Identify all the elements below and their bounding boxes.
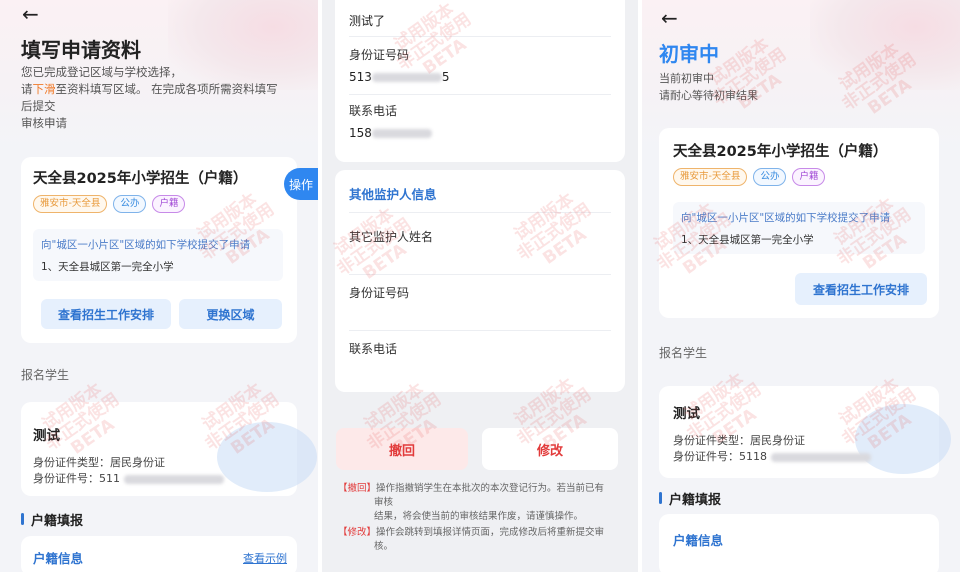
divider xyxy=(349,274,611,275)
masked-value xyxy=(123,474,224,484)
application-detail-screen: 测试了 身份证号码 513 5 联系电话 158 其他监护人信息 其它监护人姓名 … xyxy=(322,0,638,572)
other-guardian-title: 其他监护人信息 xyxy=(349,187,437,202)
application-notice: 向"城区一小片区"区域的如下学校提交了申请 1、天全县城区第一完全小学 xyxy=(33,229,283,281)
id-number-line: 身份证件号：5118 xyxy=(673,448,871,464)
change-region-button[interactable]: 更换区域 xyxy=(179,299,282,329)
masked-value xyxy=(770,452,871,462)
modify-button[interactable]: 修改 xyxy=(482,428,618,470)
id-type-line: 身份证件类型：居民身份证 xyxy=(673,434,805,447)
desc-line: 后提交 xyxy=(21,99,56,113)
household-section-title: 户籍填报 xyxy=(20,510,83,529)
tag-list: 雅安市-天全县 公办 户籍 xyxy=(33,195,186,213)
school-item: 1、天全县城区第一完全小学 xyxy=(41,261,174,273)
household-info-title: 户籍信息 xyxy=(33,551,84,566)
student-section-label: 报名学生 xyxy=(21,368,70,382)
household-tag: 户籍 xyxy=(152,195,186,213)
operation-button[interactable]: 操作 xyxy=(284,168,318,200)
student-card[interactable]: 测试 身份证件类型：居民身份证 身份证件号：5118 xyxy=(659,386,951,478)
view-example-link[interactable]: 查看示例 xyxy=(243,550,287,566)
household-card: 户籍信息 查看示例 xyxy=(21,536,297,572)
other-guardian-name-label[interactable]: 其它监护人姓名 xyxy=(349,228,433,245)
masked-value xyxy=(371,73,442,82)
school-item: 1、天全县城区第一完全小学 xyxy=(681,234,814,246)
student-name: 测试 xyxy=(33,428,60,444)
household-info-title: 户籍信息 xyxy=(673,533,724,548)
masked-value xyxy=(371,129,432,138)
status-line: 当前初审中 xyxy=(659,72,714,85)
phone-label: 联系电话 xyxy=(349,104,398,118)
region-tag: 雅安市-天全县 xyxy=(33,195,108,213)
modify-note: 【修改】操作会跳转到填报详情页面，完成修改后将重新提交审 核。 xyxy=(338,527,605,552)
phone-value: 158 xyxy=(349,126,432,140)
id-number-label: 身份证号码 xyxy=(349,48,410,62)
id-type-line: 身份证件类型：居民身份证 xyxy=(33,456,165,469)
review-status-screen: ← 初审中 当前初审中 请耐心等待初审结果 天全县2025年小学招生（户籍） 雅… xyxy=(642,0,960,572)
household-card: 户籍信息 xyxy=(659,514,939,572)
decorative-blob xyxy=(217,422,317,492)
withdraw-button[interactable]: 撤回 xyxy=(336,428,468,470)
application-notice: 向"城区一小片区"区域的如下学校提交了申请 1、天全县城区第一完全小学 xyxy=(673,202,925,254)
back-arrow-icon[interactable]: ← xyxy=(22,4,39,24)
enrollment-card: 天全县2025年小学招生（户籍） 雅安市-天全县 公办 户籍 向"城区一小片区"… xyxy=(21,157,297,343)
view-schedule-button[interactable]: 查看招生工作安排 xyxy=(795,273,927,305)
region-tag: 雅安市-天全县 xyxy=(673,168,748,186)
id-number-value: 513 5 xyxy=(349,70,450,84)
page-description: 您已完成登记区域与学校选择， 请下滑至资料填写区域。 在完成各项所需资料填写 后… xyxy=(21,64,278,132)
desc-line: 请下滑至资料填写区域。 在完成各项所需资料填写 xyxy=(21,82,278,96)
other-id-label[interactable]: 身份证号码 xyxy=(349,284,409,301)
desc-highlight: 下滑 xyxy=(32,82,56,96)
enrollment-title: 天全县2025年小学招生（户籍） xyxy=(33,171,248,187)
back-arrow-icon[interactable]: ← xyxy=(661,8,678,28)
student-card[interactable]: 测试 身份证件类型：居民身份证 身份证件号：511 xyxy=(21,402,317,496)
guardian-card: 测试了 身份证号码 513 5 联系电话 158 xyxy=(335,0,625,162)
id-number-line: 身份证件号：511 xyxy=(33,470,224,486)
divider xyxy=(349,330,611,331)
page-title: 填写申请资料 xyxy=(21,38,141,62)
view-schedule-button[interactable]: 查看招生工作安排 xyxy=(41,299,171,329)
public-tag: 公办 xyxy=(753,168,787,186)
guardian-name-value: 测试了 xyxy=(349,14,386,28)
desc-line: 审核申请 xyxy=(21,116,67,130)
divider xyxy=(349,36,611,37)
apply-form-screen: ← 填写申请资料 您已完成登记区域与学校选择， 请下滑至资料填写区域。 在完成各… xyxy=(0,0,318,572)
withdraw-note: 【撤回】操作指撤销学生在本批次的本次登记行为。若当前已有 审核 结果，将会使当前… xyxy=(338,483,605,522)
desc-line: 您已完成登记区域与学校选择， xyxy=(21,65,182,79)
tag-list: 雅安市-天全县 公办 户籍 xyxy=(673,168,826,186)
status-title: 初审中 xyxy=(659,42,719,66)
household-tag: 户籍 xyxy=(792,168,826,186)
household-section-title: 户籍填报 xyxy=(658,489,721,508)
divider xyxy=(349,94,611,95)
student-name: 测试 xyxy=(673,406,700,422)
other-phone-label[interactable]: 联系电话 xyxy=(349,340,397,357)
status-subtitle: 当前初审中 请耐心等待初审结果 xyxy=(659,70,758,104)
student-section-label: 报名学生 xyxy=(659,346,708,360)
other-guardian-card: 其他监护人信息 其它监护人姓名 身份证号码 联系电话 xyxy=(335,170,625,392)
divider xyxy=(349,212,611,213)
enrollment-card: 天全县2025年小学招生（户籍） 雅安市-天全县 公办 户籍 向"城区一小片区"… xyxy=(659,128,939,318)
status-line: 请耐心等待初审结果 xyxy=(659,89,758,102)
enrollment-title: 天全县2025年小学招生（户籍） xyxy=(673,144,888,160)
hero-decoration xyxy=(810,0,960,90)
public-tag: 公办 xyxy=(113,195,147,213)
notice-text: 向"城区一小片区"区域的如下学校提交了申请 xyxy=(41,239,251,251)
notice-text: 向"城区一小片区"区域的如下学校提交了申请 xyxy=(681,212,891,224)
